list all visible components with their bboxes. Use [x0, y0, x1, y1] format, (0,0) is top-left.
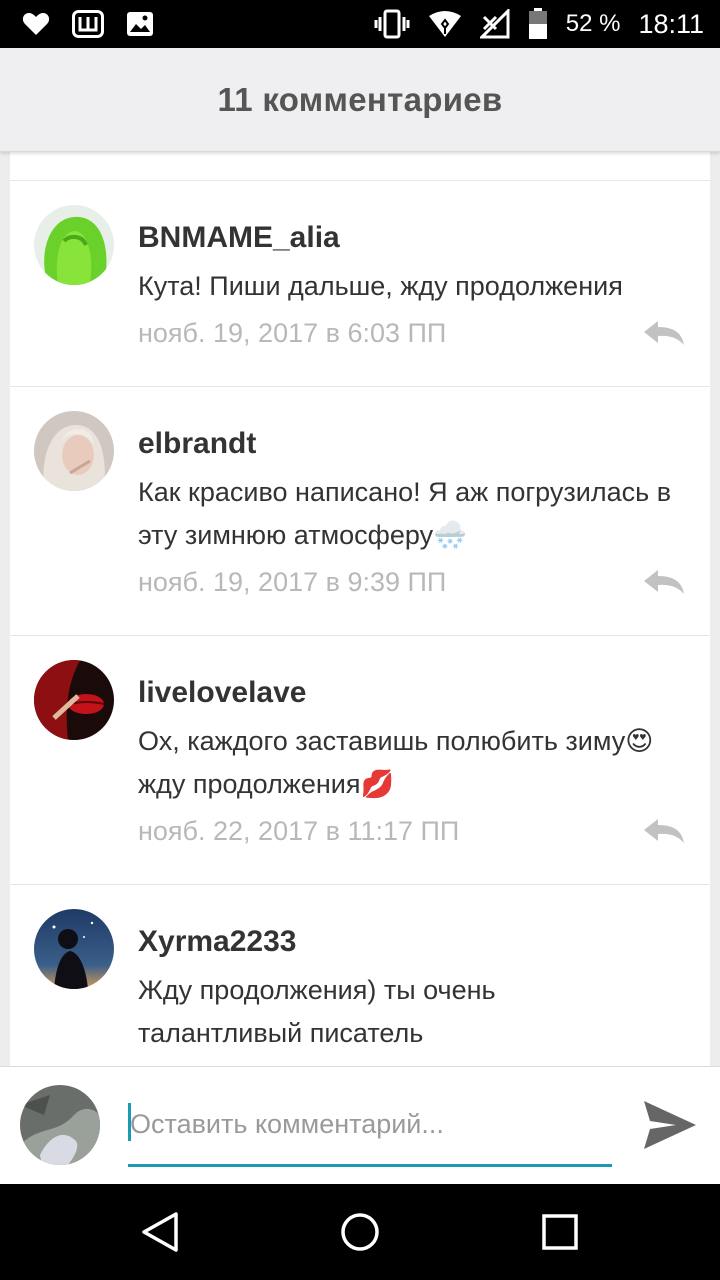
comment-username[interactable]: livelovelave [138, 676, 306, 710]
avatar[interactable] [34, 205, 114, 285]
back-icon[interactable] [136, 1208, 184, 1256]
comment-text: Как красиво написано! Я аж погрузилась в… [138, 477, 672, 550]
page-title: 11 комментариев [217, 80, 503, 118]
reply-icon[interactable] [642, 817, 686, 845]
reply-icon[interactable] [642, 319, 686, 347]
comment-date: нояб. 22, 2017 в 11:17 ПП [138, 816, 460, 846]
home-icon[interactable] [336, 1208, 384, 1256]
avatar[interactable] [34, 660, 114, 740]
system-nav-bar [0, 1184, 720, 1280]
avatar[interactable] [34, 411, 114, 491]
comment-date: нояб. 19, 2017 в 9:39 ПП [138, 567, 447, 597]
comment-username[interactable]: BNMAME_alia [138, 221, 340, 255]
comment-username[interactable]: elbrandt [138, 427, 256, 461]
send-icon[interactable] [642, 1097, 698, 1153]
status-bar: 52 % 18:11 [0, 0, 720, 48]
comment-item: Xyrma2233 Жду продолжения) ты очень тала… [10, 885, 710, 1066]
vibrate-icon [374, 9, 410, 39]
comment-input-wrap [128, 1099, 612, 1167]
comment-text: Жду продолжения) ты очень талантливый пи… [138, 975, 496, 1048]
avatar[interactable] [34, 909, 114, 989]
my-avatar [20, 1085, 100, 1165]
image-icon [127, 12, 153, 36]
comment-composer [0, 1066, 720, 1184]
heart-icon [22, 13, 50, 35]
comments-list[interactable]: BNMAME_alia Кута! Пиши дальше, жду продо… [10, 152, 710, 1066]
comment-item: livelovelave Ох, каждого заставишь полюб… [10, 636, 710, 885]
comment-date: нояб. 19, 2017 в 6:03 ПП [138, 318, 447, 348]
comments-header: 11 комментариев [0, 48, 720, 152]
wifi-icon [428, 11, 461, 37]
clock: 18:11 [638, 8, 704, 39]
comment-item: BNMAME_alia Кута! Пиши дальше, жду продо… [10, 181, 710, 387]
recents-icon[interactable] [536, 1208, 584, 1256]
comment-text: Ох, каждого заставишь полюбить зиму😍 жду… [138, 726, 654, 799]
comment-text: Кута! Пиши дальше, жду продолжения [138, 271, 623, 301]
comment-username[interactable]: Xyrma2233 [138, 925, 296, 959]
battery-icon [528, 8, 547, 39]
text-cursor [128, 1103, 131, 1141]
battery-percent: 52 % [565, 10, 621, 37]
comment-input[interactable] [130, 1099, 610, 1149]
w-app-icon [72, 10, 104, 38]
reply-icon[interactable] [642, 568, 686, 596]
no-signal-icon [479, 9, 510, 39]
comment-item: elbrandt Как красиво написано! Я аж погр… [10, 387, 710, 636]
